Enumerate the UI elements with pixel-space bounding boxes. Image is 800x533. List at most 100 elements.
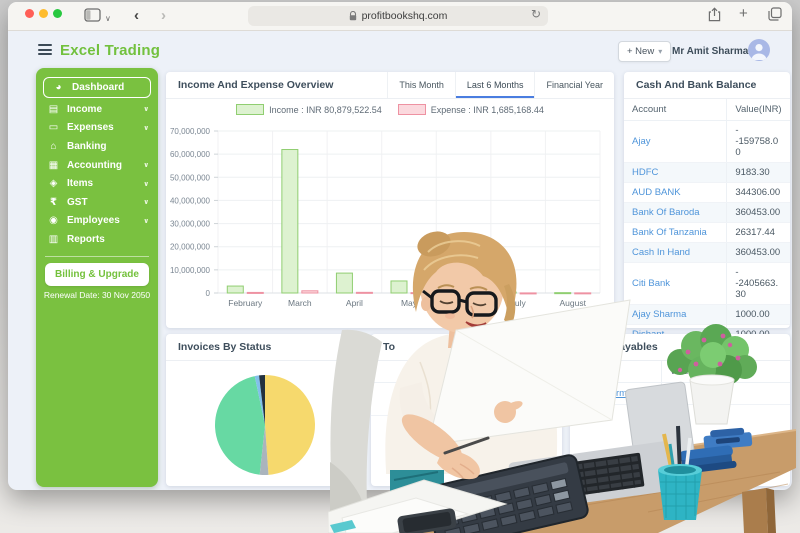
table-row[interactable]: AUD BANK 344306.00 <box>624 182 790 203</box>
column-header: Account <box>624 99 728 121</box>
legend-item: Income : INR 80,879,522.54 <box>236 104 382 115</box>
sidebar: ◕ Dashboard ▤ Income ∨ ▭ Expenses ∨ ⌂ Banking ▦ Acc… <box>36 68 158 487</box>
tab-financial-year[interactable]: Financial Year <box>534 72 614 98</box>
tag-icon: ◈ <box>49 178 58 190</box>
forward-button[interactable]: › <box>161 6 166 26</box>
sidebar-item-label: Banking <box>67 140 107 152</box>
bank-icon: ⌂ <box>50 140 57 152</box>
chart-legend: Income : INR 80,879,522.54 Expense : INR … <box>166 104 614 115</box>
svg-text:20,000,000: 20,000,000 <box>170 243 211 252</box>
sidebar-item-dashboard[interactable]: ◕ Dashboard <box>43 77 151 98</box>
sidebar-item-gst[interactable]: ₹ GST ∨ <box>36 193 158 212</box>
users-icon: ◉ <box>49 215 58 227</box>
sidebar-item-label: Employees <box>67 215 120 227</box>
cash-icon: ▤ <box>48 103 59 115</box>
url-text: profitbookshq.com <box>361 10 448 22</box>
svg-text:50,000,000: 50,000,000 <box>170 173 211 182</box>
billing-upgrade-button[interactable]: Billing & Upgrade <box>45 262 149 286</box>
share-icon[interactable] <box>708 7 721 28</box>
chevron-down-icon[interactable]: ∨ <box>105 9 111 29</box>
sidebar-item-label: Expenses <box>67 122 114 134</box>
desktop-background: ∨ ‹ › profitbookshq.com ↻ + Excel Tradin… <box>0 0 800 533</box>
address-bar[interactable]: profitbookshq.com ↻ <box>248 6 548 26</box>
table-row[interactable]: Ajay --159758.00 <box>624 120 790 163</box>
value-cell: 344306.00 <box>726 182 790 203</box>
company-name: Excel Trading <box>60 42 161 59</box>
renewal-date: Renewal Date: 30 Nov 2050 <box>43 289 151 300</box>
menu-toggle-icon[interactable] <box>38 44 52 55</box>
chevron-down-icon: ∨ <box>143 180 149 188</box>
chevron-down-icon: ∨ <box>143 106 149 114</box>
rupee-icon: ₹ <box>50 196 57 208</box>
card-title: Invoices By Status <box>178 341 272 353</box>
sidebar-item-label: Income <box>67 103 103 115</box>
sidebar-toggle-icon[interactable] <box>84 8 101 28</box>
table-row[interactable]: HDFC 9183.30 <box>624 162 790 183</box>
chevron-down-icon: ∨ <box>143 199 149 207</box>
browser-chrome: ∨ ‹ › profitbookshq.com ↻ + <box>8 2 792 31</box>
legend-label: Expense : INR 1,685,168.44 <box>430 104 544 115</box>
svg-text:February: February <box>228 298 263 308</box>
sidebar-item-items[interactable]: ◈ Items ∨ <box>36 174 158 193</box>
new-button[interactable]: + New ▾ <box>618 41 672 62</box>
legend-swatch <box>236 104 265 115</box>
pencil-cup <box>658 425 702 520</box>
sidebar-item-accounting[interactable]: ▦ Accounting ∨ <box>36 156 158 175</box>
pie-slice <box>265 375 315 475</box>
svg-text:70,000,000: 70,000,000 <box>170 127 211 136</box>
plant-pot <box>689 379 735 425</box>
column-header: Value(INR) <box>726 99 790 121</box>
pie-slice <box>214 376 265 475</box>
account-link[interactable]: HDFC <box>624 162 728 183</box>
reload-icon[interactable]: ↻ <box>531 7 541 21</box>
zoom-window-button[interactable] <box>53 9 62 18</box>
wallet-icon: ▭ <box>48 122 59 134</box>
pie-chart-icon: ◕ <box>55 82 62 93</box>
sidebar-item-label: Items <box>67 178 94 190</box>
chevron-down-icon: ▾ <box>658 47 663 56</box>
lock-icon <box>349 11 356 21</box>
sidebar-item-reports[interactable]: ▥ Reports <box>36 230 158 249</box>
calculator-icon: ▦ <box>48 159 59 171</box>
period-tabs: This Month Last 6 Months Financial Year <box>387 72 614 98</box>
sidebar-item-label: Accounting <box>67 159 122 171</box>
svg-text:10,000,000: 10,000,000 <box>170 266 211 275</box>
account-link[interactable]: AUD BANK <box>624 182 728 203</box>
svg-text:March: March <box>288 298 312 308</box>
new-tab-icon[interactable]: + <box>739 4 748 24</box>
sidebar-item-income[interactable]: ▤ Income ∨ <box>36 100 158 119</box>
card-title: Cash And Bank Balance <box>636 79 757 91</box>
sidebar-divider <box>45 255 149 257</box>
tab-overview-icon[interactable] <box>768 7 782 27</box>
svg-text:60,000,000: 60,000,000 <box>170 150 211 159</box>
sidebar-item-expenses[interactable]: ▭ Expenses ∨ <box>36 119 158 138</box>
sidebar-item-banking[interactable]: ⌂ Banking <box>36 137 158 156</box>
svg-text:30,000,000: 30,000,000 <box>170 220 211 229</box>
legend-item: Expense : INR 1,685,168.44 <box>397 104 544 115</box>
chevron-down-icon: ∨ <box>143 162 149 170</box>
photo-woman-at-desk <box>328 231 797 533</box>
svg-text:0: 0 <box>206 289 211 298</box>
minimize-window-button[interactable] <box>39 9 48 18</box>
user-name[interactable]: Mr Amit Sharma <box>672 46 748 57</box>
report-icon: ▥ <box>48 233 59 245</box>
value-cell: --159758.00 <box>726 120 790 163</box>
card-title: Income And Expense Overview <box>178 79 334 91</box>
tab-last-6-months[interactable]: Last 6 Months <box>454 72 535 98</box>
chevron-down-icon: ∨ <box>143 124 149 132</box>
sidebar-item-label: Reports <box>67 233 105 245</box>
back-button[interactable]: ‹ <box>134 6 139 26</box>
table-leg <box>742 488 768 533</box>
sidebar-item-label: Dashboard <box>72 82 125 93</box>
tab-this-month[interactable]: This Month <box>387 72 455 98</box>
chevron-down-icon: ∨ <box>143 217 149 225</box>
close-window-button[interactable] <box>25 9 34 18</box>
svg-text:40,000,000: 40,000,000 <box>170 196 211 205</box>
account-link[interactable]: Ajay <box>624 120 728 163</box>
legend-swatch <box>397 104 426 115</box>
value-cell: 9183.30 <box>726 162 790 183</box>
avatar[interactable] <box>748 39 770 61</box>
sidebar-item-label: GST <box>67 196 88 208</box>
legend-label: Income : INR 80,879,522.54 <box>269 104 382 115</box>
sidebar-item-employees[interactable]: ◉ Employees ∨ <box>36 212 158 231</box>
